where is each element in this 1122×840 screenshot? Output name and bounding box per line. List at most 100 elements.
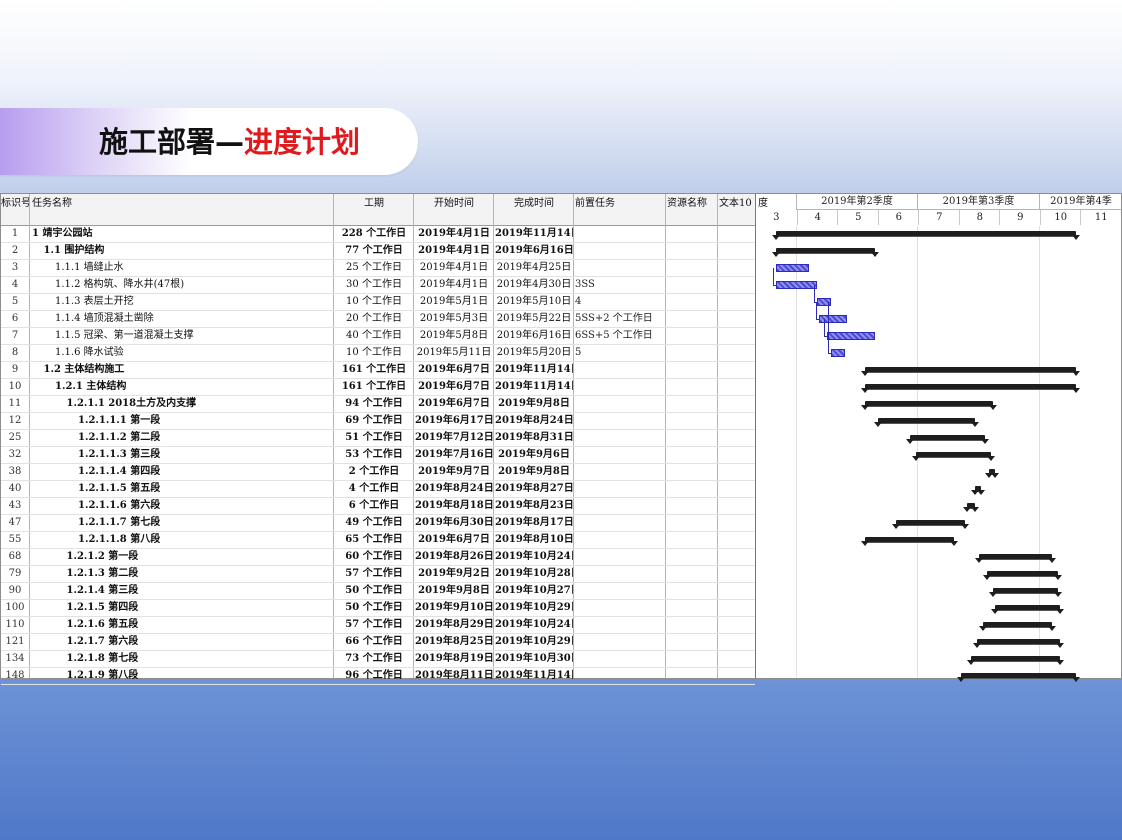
table-row[interactable]: 38 1.2.1.1.4 第四段 2 个工作日 2019年9月7日 2019年9月8日 [1,464,755,481]
task-id: 1 [11,228,19,239]
timescale-month: 3 [773,212,780,223]
gantt-task-bar[interactable] [830,349,846,357]
gantt-summary-bar[interactable] [974,554,1056,563]
task-id: 25 [8,432,22,443]
task-id: 32 [8,449,22,460]
gantt-summary-bar[interactable] [772,248,880,257]
table-row[interactable]: 11 1.2.1.1 2018土方及内支撑 94 个工作日 2019年6月7日 2019… [1,396,755,413]
table-row[interactable]: 25 1.2.1.1.2 第二段 51 个工作日 2019年7月12日 2019年8月3… [1,430,755,447]
task-predecessors [575,583,665,599]
gantt-task-bar[interactable] [776,264,809,272]
gantt-summary-bar[interactable] [891,520,969,529]
table-row[interactable]: 10 1.2.1 主体结构 161 个工作日 2019年6月7日 2019年11月14日 [1,379,755,396]
task-name: 1.2.1.1.3 第三段 [78,449,161,460]
task-name: 1.2.1.1.8 第八段 [78,534,161,545]
task-name: 1.2.1.8 第七段 [66,653,139,664]
task-duration: 51 个工作日 [345,432,403,443]
table-row[interactable]: 4 1.1.2 格构筑、降水井(47根) 30 个工作日 2019年4月1日 2019年… [1,277,755,294]
gantt-summary-bar[interactable] [772,231,1080,240]
table-row[interactable]: 68 1.2.1.2 第一段 60 个工作日 2019年8月26日 2019年10月24… [1,549,755,566]
gantt-summary-bar[interactable] [861,401,997,410]
task-start: 2019年6月30日 [415,517,493,528]
task-name: 1.1.3 表层土开挖 [55,296,134,307]
gantt-summary-bar[interactable] [873,418,979,427]
table-row[interactable]: 7 1.1.5 冠梁、第一道混凝土支撑 40 个工作日 2019年5月8日 2019年6… [1,328,755,345]
table-row[interactable]: 110 1.2.1.6 第五段 57 个工作日 2019年8月29日 2019年10月2… [1,617,755,634]
task-finish: 2019年5月22日 [496,313,572,324]
table-row[interactable]: 40 1.2.1.1.5 第五段 4 个工作日 2019年8月24日 2019年8月27… [1,481,755,498]
task-finish: 2019年6月16日 [495,245,573,256]
task-name: 1.1.4 墙顶混凝土凿除 [55,313,154,324]
table-row[interactable]: 134 1.2.1.8 第七段 73 个工作日 2019年8月19日 2019年10月3… [1,651,755,668]
task-id: 110 [5,619,25,630]
task-start: 2019年6月17日 [415,415,493,426]
task-id: 4 [11,279,19,290]
table-row[interactable]: 47 1.2.1.1.7 第七段 49 个工作日 2019年6月30日 2019年8月1… [1,515,755,532]
table-row[interactable]: 5 1.1.3 表层土开挖 10 个工作日 2019年5月1日 2019年5月10日 4 [1,294,755,311]
table-row[interactable]: 8 1.1.6 降水试验 10 个工作日 2019年5月11日 2019年5月20日 5 [1,345,755,362]
task-duration: 40 个工作日 [346,330,402,341]
gantt-summary-bar[interactable] [982,571,1062,580]
table-row[interactable]: 100 1.2.1.5 第四段 50 个工作日 2019年9月10日 2019年10月2… [1,600,755,617]
gantt-summary-bar[interactable] [972,639,1064,648]
table-row[interactable]: 43 1.2.1.1.6 第六段 6 个工作日 2019年8月18日 2019年8月23… [1,498,755,515]
gantt-summary-bar[interactable] [970,486,985,495]
timescale-month: 7 [918,210,960,225]
header-finish[interactable]: 完成时间 [495,194,573,225]
gantt-summary-bar[interactable] [988,588,1062,597]
header-start[interactable]: 开始时间 [415,194,493,225]
gantt-summary-bar[interactable] [956,673,1081,682]
table-row[interactable]: 148 1.2.1.9 第八段 96 个工作日 2019年8月11日 2019年11月1… [1,668,755,685]
task-start: 2019年9月7日 [418,466,490,477]
task-id: 9 [11,364,19,375]
task-start: 2019年7月16日 [415,449,493,460]
header-task-name[interactable]: 任务名称 [32,194,332,225]
table-row[interactable]: 90 1.2.1.4 第三段 50 个工作日 2019年9月8日 2019年10月27日 [1,583,755,600]
table-row[interactable]: 2 1.1 围护结构 77 个工作日 2019年4月1日 2019年6月16日 [1,243,755,260]
gantt-summary-bar[interactable] [984,469,999,478]
task-finish: 2019年10月24日 [495,619,573,630]
header-duration[interactable]: 工期 [335,194,413,225]
gantt-summary-bar[interactable] [861,384,1080,393]
table-row[interactable]: 79 1.2.1.3 第二段 57 个工作日 2019年9月2日 2019年10月28日 [1,566,755,583]
table-row[interactable]: 3 1.1.1 墙缝止水 25 个工作日 2019年4月1日 2019年4月25日 [1,260,755,277]
task-name: 1.1.6 降水试验 [55,347,124,358]
task-id: 6 [11,313,19,324]
task-duration: 49 个工作日 [345,517,403,528]
task-duration: 161 个工作日 [341,381,407,392]
table-row[interactable]: 12 1.2.1.1.1 第一段 69 个工作日 2019年6月17日 2019年8月2… [1,413,755,430]
gantt-summary-bar[interactable] [962,503,979,512]
table-row[interactable]: 1 1 靖宇公园站 228 个工作日 2019年4月1日 2019年11月14日 [1,226,755,243]
task-id: 3 [11,262,19,273]
task-id: 100 [5,602,25,613]
gantt-summary-bar[interactable] [978,622,1056,631]
header-predecessors[interactable]: 前置任务 [575,194,665,225]
gantt-summary-bar[interactable] [861,537,959,546]
task-duration: 60 个工作日 [345,551,403,562]
gantt-summary-bar[interactable] [861,367,1080,376]
gantt-summary-bar[interactable] [990,605,1064,614]
task-duration: 73 个工作日 [345,653,403,664]
table-row[interactable]: 55 1.2.1.1.8 第八段 65 个工作日 2019年6月7日 2019年8月10… [1,532,755,549]
table-row[interactable]: 121 1.2.1.7 第六段 66 个工作日 2019年8月25日 2019年10月2… [1,634,755,651]
table-row[interactable]: 9 1.2 主体结构施工 161 个工作日 2019年6月7日 2019年11月14日 [1,362,755,379]
gantt-task-bar[interactable] [776,281,817,289]
header-progress: 度 [758,198,768,209]
table-row[interactable]: 6 1.1.4 墙顶混凝土凿除 20 个工作日 2019年5月3日 2019年5月22日… [1,311,755,328]
task-start: 2019年8月24日 [415,483,493,494]
table-row[interactable]: 32 1.2.1.1.3 第三段 53 个工作日 2019年7月16日 2019年9月6… [1,447,755,464]
task-finish: 2019年8月10日 [495,534,573,545]
header-resources[interactable]: 资源名称 [667,194,717,225]
task-name: 1.2.1.1.1 第一段 [78,415,161,426]
gantt-chart: 度 2019年第2季度 2019年第3季度 2019年第4季 3 4 5 6 7 8 9 10 11 [756,194,1122,682]
gantt-summary-bar[interactable] [966,656,1064,665]
gantt-task-bar[interactable] [826,332,876,340]
gantt-summary-bar[interactable] [905,435,989,444]
header-text10[interactable]: 文本10 [719,194,755,225]
slide-title: 施工部署—进度计划 [99,124,360,160]
header-id[interactable]: 标识号 [1,194,29,225]
task-finish: 2019年10月24日 [495,551,573,562]
task-finish: 2019年11月14日 [495,670,573,681]
gantt-summary-bar[interactable] [911,452,995,461]
task-name: 1.2.1.4 第三段 [66,585,139,596]
